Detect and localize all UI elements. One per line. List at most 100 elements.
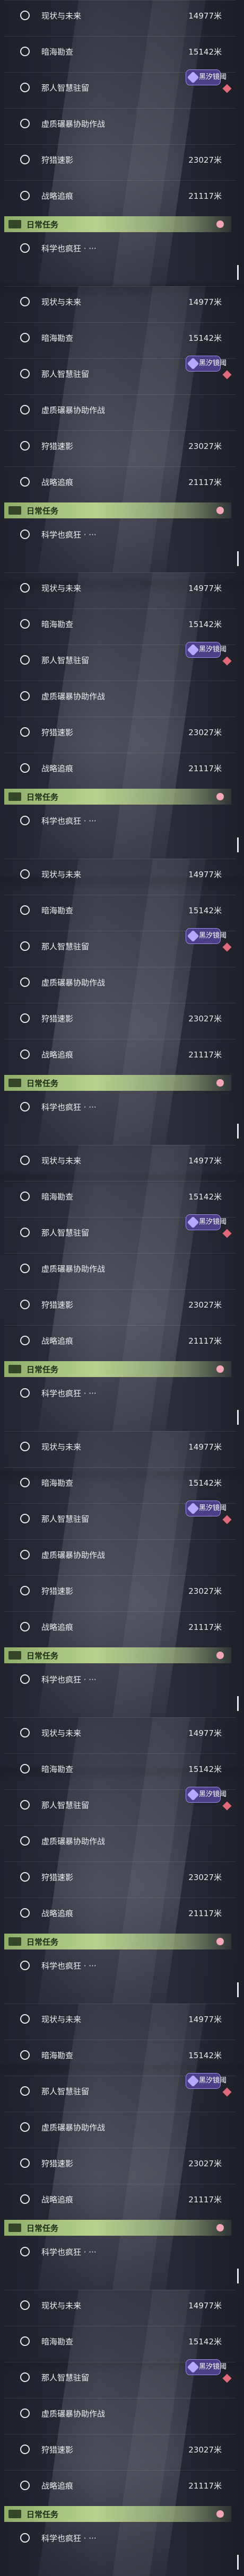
task-zone-badge[interactable]: 黑汐镜阈 [186, 928, 226, 944]
task-checkbox-icon[interactable] [20, 477, 30, 487]
task-checkbox-icon[interactable] [20, 155, 30, 164]
task-checkbox-icon[interactable] [20, 763, 30, 773]
task-checkbox-icon[interactable] [20, 1442, 30, 1451]
task-row[interactable]: 现状与未来 14977米 [4, 1145, 236, 1175]
task-checkbox-icon[interactable] [20, 1586, 30, 1595]
task-zone-badge[interactable]: 黑汐镜阈 [186, 1501, 226, 1516]
task-row[interactable]: 那人智慧驻留 黑汐镜阈 [4, 1787, 236, 1819]
task-row[interactable]: 战略追痕 21117米 [4, 2470, 236, 2500]
task-zone-badge[interactable]: 黑汐镜阈 [186, 69, 226, 85]
task-checkbox-icon[interactable] [20, 1388, 30, 1398]
daily-task-row[interactable]: 科学也疯狂 · ··· [4, 2527, 236, 2548]
task-row[interactable]: 虚质碾暴协助作战 [4, 1253, 236, 1283]
task-checkbox-icon[interactable] [20, 530, 30, 539]
task-checkbox-icon[interactable] [20, 1764, 30, 1774]
task-row[interactable]: 战略追痕 21117米 [4, 753, 236, 782]
task-checkbox-icon[interactable] [20, 1674, 30, 1684]
task-row[interactable]: 虚质碾暴协助作战 [4, 394, 236, 424]
task-checkbox-icon[interactable] [20, 191, 30, 200]
task-checkbox-icon[interactable] [20, 1908, 30, 1918]
task-row[interactable]: 战略追痕 21117米 [4, 1039, 236, 1069]
task-checkbox-icon[interactable] [20, 1102, 30, 1111]
task-checkbox-icon[interactable] [20, 1836, 30, 1846]
task-row[interactable]: 现状与未来 14977米 [4, 1431, 236, 1461]
task-checkbox-icon[interactable] [20, 2533, 30, 2543]
task-row[interactable]: 狩猎速影 23027米 [4, 1575, 236, 1605]
task-row[interactable]: 现状与未来 14977米 [4, 2290, 236, 2319]
task-checkbox-icon[interactable] [20, 905, 30, 915]
task-checkbox-icon[interactable] [20, 2409, 30, 2418]
task-row[interactable]: 那人智慧驻留 黑汐镜阈 [4, 2073, 236, 2105]
task-checkbox-icon[interactable] [20, 405, 30, 414]
task-row[interactable]: 那人智慧驻留 黑汐镜阈 [4, 642, 236, 674]
task-row[interactable]: 虚质碾暴协助作战 [4, 1539, 236, 1569]
task-checkbox-icon[interactable] [20, 369, 30, 378]
daily-task-row[interactable]: 科学也疯狂 · ··· [4, 2241, 236, 2262]
task-checkbox-icon[interactable] [20, 1514, 30, 1523]
task-zone-badge[interactable]: 黑汐镜阈 [186, 2359, 226, 2375]
scrollbar-thumb[interactable] [237, 1982, 239, 1997]
task-checkbox-icon[interactable] [20, 1192, 30, 1201]
task-row[interactable]: 狩猎速影 23027米 [4, 1289, 236, 1319]
task-checkbox-icon[interactable] [20, 1155, 30, 1165]
task-checkbox-icon[interactable] [20, 869, 30, 879]
daily-tasks-header[interactable]: 日常任务 [4, 789, 231, 805]
task-row[interactable]: 那人智慧驻留 黑汐镜阈 [4, 928, 236, 960]
task-checkbox-icon[interactable] [20, 333, 30, 342]
task-checkbox-icon[interactable] [20, 441, 30, 451]
task-checkbox-icon[interactable] [20, 1300, 30, 1309]
task-row[interactable]: 暗海勘查 15142米 [4, 322, 236, 352]
task-checkbox-icon[interactable] [20, 243, 30, 253]
task-row[interactable]: 虚质碾暴协助作战 [4, 1825, 236, 1855]
task-row[interactable]: 狩猎速影 23027米 [4, 1862, 236, 1891]
task-checkbox-icon[interactable] [20, 1872, 30, 1882]
daily-task-row[interactable]: 科学也疯狂 · ··· [4, 1096, 236, 1117]
task-row[interactable]: 现状与未来 14977米 [4, 859, 236, 888]
scrollbar-thumb[interactable] [237, 2269, 239, 2283]
task-zone-badge[interactable]: 黑汐镜阈 [186, 1787, 226, 1803]
task-zone-badge[interactable]: 黑汐镜阈 [186, 2073, 226, 2089]
task-checkbox-icon[interactable] [20, 583, 30, 593]
task-checkbox-icon[interactable] [20, 1049, 30, 1059]
task-checkbox-icon[interactable] [20, 691, 30, 701]
daily-tasks-header[interactable]: 日常任务 [4, 2506, 231, 2522]
task-checkbox-icon[interactable] [20, 119, 30, 128]
task-row[interactable]: 暗海勘查 15142米 [4, 1753, 236, 1783]
task-checkbox-icon[interactable] [20, 83, 30, 92]
daily-task-row[interactable]: 科学也疯狂 · ··· [4, 1382, 236, 1404]
scrollbar-thumb[interactable] [237, 1124, 239, 1139]
task-checkbox-icon[interactable] [20, 47, 30, 56]
task-row[interactable]: 那人智慧驻留 黑汐镜阈 [4, 2359, 236, 2392]
scrollbar-thumb[interactable] [237, 1410, 239, 1425]
task-row[interactable]: 现状与未来 14977米 [4, 1717, 236, 1747]
task-checkbox-icon[interactable] [20, 977, 30, 987]
daily-task-row[interactable]: 科学也疯狂 · ··· [4, 1669, 236, 1690]
task-row[interactable]: 现状与未来 14977米 [4, 572, 236, 602]
daily-task-row[interactable]: 科学也疯狂 · ··· [4, 237, 236, 259]
task-row[interactable]: 虚质碾暴协助作战 [4, 2398, 236, 2428]
scrollbar-thumb[interactable] [237, 837, 239, 852]
task-checkbox-icon[interactable] [20, 2014, 30, 2024]
task-checkbox-icon[interactable] [20, 941, 30, 951]
task-row[interactable]: 狩猎速影 23027米 [4, 2434, 236, 2464]
task-row[interactable]: 现状与未来 14977米 [4, 2004, 236, 2033]
task-row[interactable]: 暗海勘查 15142米 [4, 608, 236, 638]
daily-tasks-header[interactable]: 日常任务 [4, 1934, 231, 1949]
daily-task-row[interactable]: 科学也疯狂 · ··· [4, 1955, 236, 1976]
daily-tasks-header[interactable]: 日常任务 [4, 1647, 231, 1663]
task-row[interactable]: 战略追痕 21117米 [4, 466, 236, 496]
daily-tasks-header[interactable]: 日常任务 [4, 1075, 231, 1091]
task-zone-badge[interactable]: 黑汐镜阈 [186, 642, 226, 658]
task-checkbox-icon[interactable] [20, 1728, 30, 1737]
task-row[interactable]: 那人智慧驻留 黑汐镜阈 [4, 356, 236, 388]
task-row[interactable]: 狩猎速影 23027米 [4, 144, 236, 174]
task-row[interactable]: 狩猎速影 23027米 [4, 717, 236, 746]
task-checkbox-icon[interactable] [20, 1550, 30, 1559]
task-row[interactable]: 战略追痕 21117米 [4, 1611, 236, 1641]
task-zone-badge[interactable]: 黑汐镜阈 [186, 1214, 226, 1230]
task-checkbox-icon[interactable] [20, 1336, 30, 1345]
task-row[interactable]: 现状与未来 14977米 [4, 286, 236, 316]
task-checkbox-icon[interactable] [20, 619, 30, 629]
task-row[interactable]: 暗海勘查 15142米 [4, 1467, 236, 1497]
task-checkbox-icon[interactable] [20, 816, 30, 825]
